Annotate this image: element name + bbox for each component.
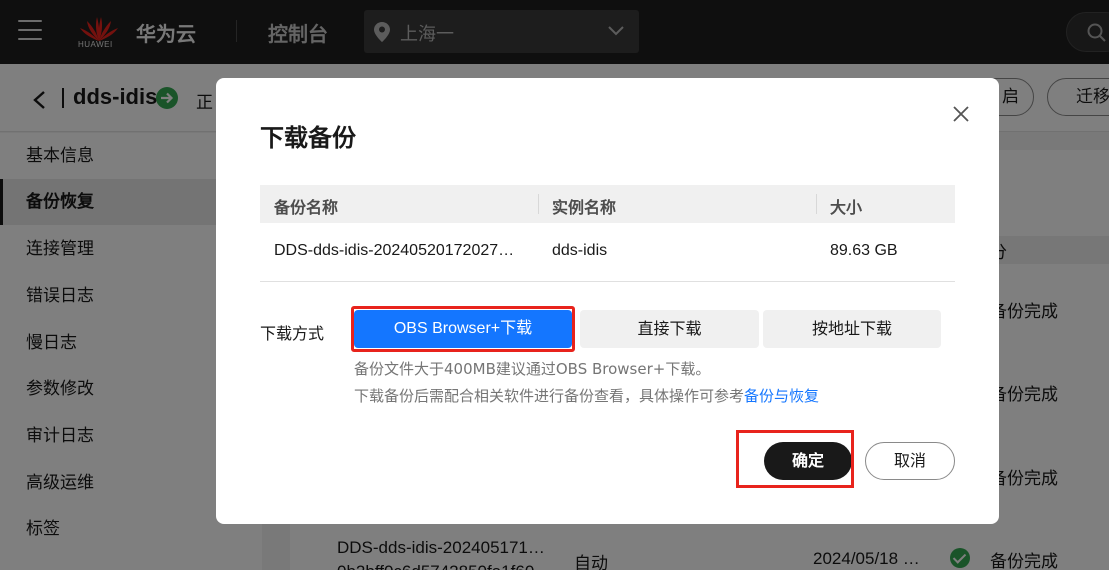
method-url-download-option[interactable]: 按地址下载 <box>763 310 941 348</box>
hint-text-2: 下载备份后需配合相关软件进行备份查看，具体操作可参考备份与恢复 <box>354 385 819 406</box>
hint-text-prefix: 下载备份后需配合相关软件进行备份查看，具体操作可参考 <box>354 387 745 405</box>
method-direct-download-option[interactable]: 直接下载 <box>580 310 759 348</box>
close-icon[interactable] <box>952 105 970 123</box>
highlight-box <box>736 430 854 488</box>
cell-instance-name: dds-idis <box>552 242 608 259</box>
hint-text: 备份文件大于400MB建议通过OBS Browser+下载。 <box>354 360 711 378</box>
column-separator <box>538 194 539 214</box>
download-method-label: 下载方式 <box>260 324 325 343</box>
highlight-box <box>351 306 575 352</box>
cell-size: 89.63 GB <box>830 242 898 259</box>
download-backup-dialog: 下载备份 备份名称 实例名称 大小 DDS-dds-idis-202405201… <box>216 78 999 524</box>
row-divider <box>260 281 955 282</box>
column-size: 大小 <box>830 198 863 217</box>
cancel-button[interactable]: 取消 <box>865 442 955 480</box>
cell-backup-name: DDS-dds-idis-20240520172027… <box>274 242 515 259</box>
column-instance-name: 实例名称 <box>552 198 617 217</box>
backup-restore-link[interactable]: 备份与恢复 <box>744 387 819 405</box>
dialog-title: 下载备份 <box>260 124 356 152</box>
table-header: 备份名称 实例名称 大小 <box>260 185 955 223</box>
column-backup-name: 备份名称 <box>274 198 339 217</box>
column-separator <box>816 194 817 214</box>
